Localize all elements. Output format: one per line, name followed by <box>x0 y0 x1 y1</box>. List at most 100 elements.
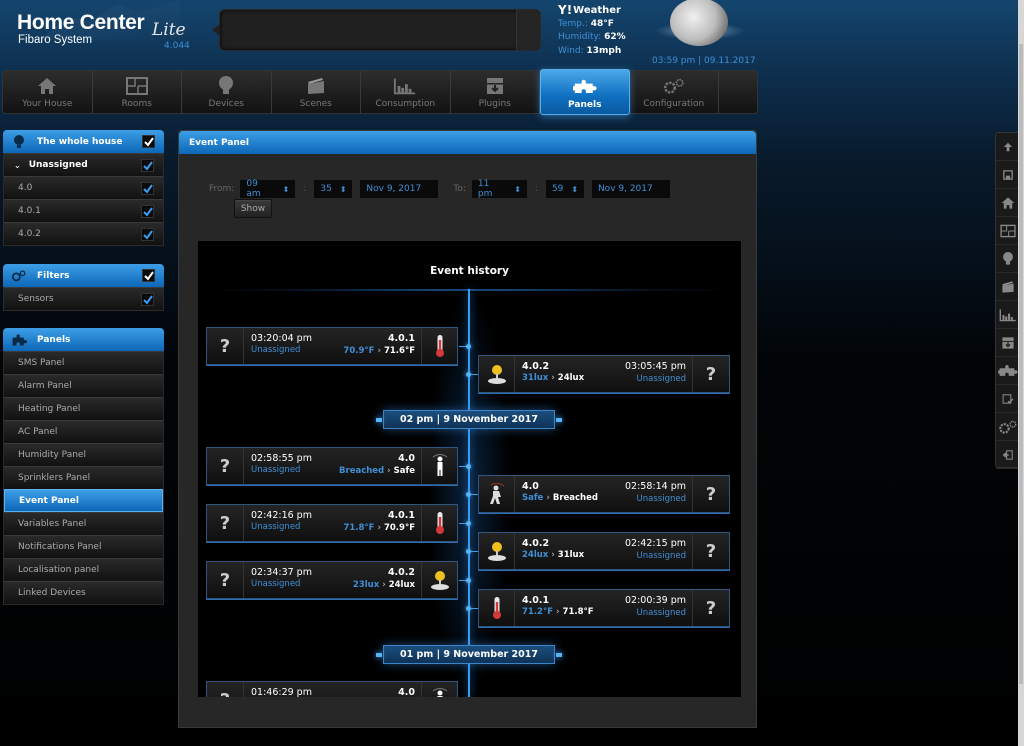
sidebar-item-notifications-panel[interactable]: Notifications Panel <box>4 535 163 558</box>
yahoo-icon: Y! <box>558 3 573 17</box>
whole-house-header[interactable]: The whole house <box>3 130 164 153</box>
old-value: Breached <box>339 466 385 476</box>
sidebar-item-sensors[interactable]: Sensors <box>4 287 163 310</box>
nav-item-panels[interactable]: Panels <box>540 69 630 115</box>
toolbar-rooms-button[interactable] <box>996 217 1020 245</box>
toolbar-chart-button[interactable] <box>996 301 1020 329</box>
nav-item-consumption[interactable]: Consumption <box>361 71 451 113</box>
unknown-user-icon: ? <box>207 505 244 541</box>
sidebar-item-variables-panel[interactable]: Variables Panel <box>4 512 163 535</box>
sidebar-item-4-0-2[interactable]: 4.0.2 <box>4 222 163 245</box>
nav-item-rooms[interactable]: Rooms <box>93 71 182 113</box>
nav-item-scenes[interactable]: Scenes <box>272 71 361 113</box>
event-item[interactable]: 4.0.1 71.2°F › 71.8°F 02:00:39 pm Unassigned? <box>478 589 730 627</box>
sidebar-item-linked-devices[interactable]: Linked Devices <box>4 581 163 604</box>
event-item[interactable]: ?01:46:29 pmUnassigned4.0 <box>206 681 458 697</box>
event-item[interactable]: ? 02:58:55 pm Unassigned 4.0 Breached › Safe <box>206 447 458 485</box>
old-value: Safe <box>522 493 544 503</box>
nav-item-devices[interactable]: Devices <box>182 71 272 113</box>
gears-icon <box>998 420 1019 434</box>
event-item[interactable]: 4.0 Safe › Breached 02:58:14 pm Unassigned? <box>478 475 730 513</box>
sidebar-item-checkbox[interactable] <box>141 159 154 172</box>
nav-item-your-house[interactable]: Your House <box>3 71 93 113</box>
puzzle-icon <box>998 364 1018 377</box>
spinner-icon: ⬍ <box>514 184 521 194</box>
sidebar-item-4-0-1[interactable]: 4.0.1 <box>4 199 163 222</box>
filters-label: Filters <box>37 270 70 281</box>
from-hour-select[interactable]: 09 am ⬍ <box>240 179 296 199</box>
event-item[interactable]: 4.0.2 24lux › 31lux 02:42:15 pm Unassigned? <box>478 532 730 570</box>
sidebar-item-humidity-panel[interactable]: Humidity Panel <box>4 443 163 466</box>
timeline-dot <box>466 578 471 583</box>
new-value: Breached <box>552 493 598 503</box>
show-button[interactable]: Show <box>234 199 272 218</box>
sidebar-item-localisation-panel[interactable]: Localisation panel <box>4 558 163 581</box>
page-scrollbar[interactable] <box>1018 0 1024 746</box>
to-date-input[interactable]: Nov 9, 2017 <box>591 180 670 198</box>
to-label: To: <box>453 184 466 194</box>
motion-sensor-icon <box>421 682 457 697</box>
sidebar-item-4-0[interactable]: 4.0 <box>4 176 163 199</box>
toolbar-house-button[interactable] <box>996 189 1020 217</box>
sidebar-item-sprinklers-panel[interactable]: Sprinklers Panel <box>4 466 163 489</box>
sidebar-item-checkbox[interactable] <box>141 293 154 306</box>
event-item[interactable]: 4.0.2 31lux › 24lux 03:05:45 pm Unassigned? <box>478 355 730 393</box>
event-details: 4.0.2 24lux › 31lux 02:42:15 pm Unassigned <box>515 533 692 569</box>
event-time: 02:42:15 pm <box>625 538 686 549</box>
sidebar-item-unassigned[interactable]: ⌄ Unassigned <box>4 153 163 176</box>
notification-box[interactable] <box>212 9 541 51</box>
toolbar-calendar-check-button[interactable] <box>996 385 1020 413</box>
from-minute-select[interactable]: 35 ⬍ <box>314 180 353 198</box>
filters-checkbox[interactable] <box>142 269 155 282</box>
sidebar-item-checkbox[interactable] <box>141 205 154 218</box>
nav-item-configuration[interactable]: Configuration <box>630 71 719 113</box>
sidebar-item-heating-panel[interactable]: Heating Panel <box>4 397 163 420</box>
chevron-down-icon[interactable]: ⌄ <box>14 161 21 170</box>
toolbar-clapper-button[interactable] <box>996 273 1020 301</box>
toolbar-bulb-button[interactable] <box>996 245 1020 273</box>
event-value-change: Breached › Safe <box>339 466 415 476</box>
sidebar-item-checkbox[interactable] <box>141 182 154 195</box>
sidebar-item-ac-panel[interactable]: AC Panel <box>4 420 163 443</box>
whole-house-checkbox[interactable] <box>142 135 155 148</box>
old-value: 71.2°F <box>522 607 554 617</box>
scrollbar-thumb[interactable] <box>1019 44 1023 684</box>
unknown-user-icon: ? <box>692 533 729 569</box>
event-item[interactable]: ? 02:34:37 pm Unassigned 4.0.2 23lux › 24lux <box>206 561 458 599</box>
to-hour-value: 11 pm <box>477 179 493 199</box>
sidebar-item-event-panel[interactable]: Event Panel <box>4 489 163 512</box>
from-hour-value: 09 am <box>246 179 261 199</box>
event-item[interactable]: ? 03:20:04 pm Unassigned 4.0.1 70.9°F › 71.6°F <box>206 327 458 365</box>
event-time: 02:00:39 pm <box>625 595 686 606</box>
toolbar-save-button[interactable] <box>996 161 1020 189</box>
toolbar-scroll-top-button[interactable] <box>996 133 1020 161</box>
filters-header[interactable]: Filters <box>3 264 164 287</box>
logout-icon <box>1002 449 1013 460</box>
sidebar-item-sms-panel[interactable]: SMS Panel <box>4 351 163 374</box>
chart-icon <box>393 75 417 97</box>
toolbar-puzzle-button[interactable] <box>996 357 1020 385</box>
clapper-icon <box>304 75 328 97</box>
motion-sensor-icon <box>421 448 457 484</box>
toolbar-plugin-box-button[interactable] <box>996 329 1020 357</box>
rooms-icon <box>125 75 149 97</box>
old-value: 31lux <box>522 373 549 383</box>
toolbar-logout-button[interactable] <box>996 441 1020 469</box>
from-date-input[interactable]: Nov 9, 2017 <box>360 180 439 198</box>
nav-item-label: Configuration <box>643 99 705 109</box>
new-value: 24lux <box>388 580 415 590</box>
sidebar-item-label: Alarm Panel <box>18 381 72 391</box>
toolbar-gears-button[interactable] <box>996 413 1020 441</box>
sidebar-item-alarm-panel[interactable]: Alarm Panel <box>4 374 163 397</box>
event-history-timeline[interactable]: Event history ? 03:20:04 pm Unassigned 4.0.… <box>198 241 741 697</box>
temp-label: Temp.: <box>558 18 588 29</box>
wind-label: Wind: <box>558 45 584 56</box>
edition-label: Lite <box>152 20 186 40</box>
filters-group: Filters Sensors <box>3 264 164 311</box>
to-minute-select[interactable]: 59 ⬍ <box>545 180 584 198</box>
event-item[interactable]: ? 02:42:16 pm Unassigned 4.0.1 71.8°F › 70.9°F <box>206 504 458 542</box>
sidebar-item-checkbox[interactable] <box>141 228 154 241</box>
nav-item-plugins[interactable]: Plugins <box>451 71 540 113</box>
to-hour-select[interactable]: 11 pm ⬍ <box>471 179 527 199</box>
notification-scrollbar[interactable] <box>516 10 540 50</box>
